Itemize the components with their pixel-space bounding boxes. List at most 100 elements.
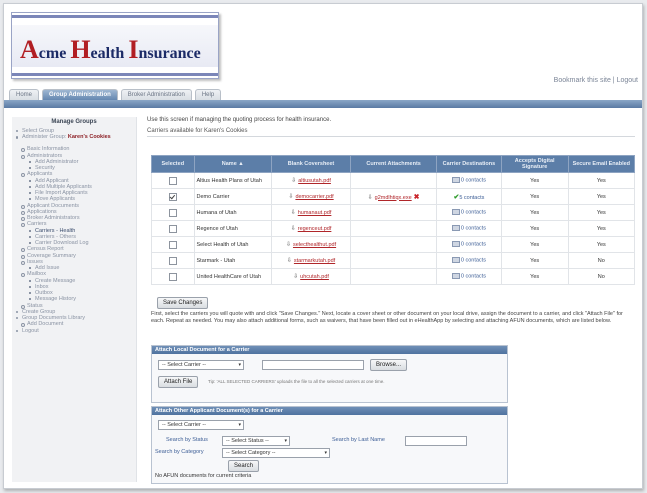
select-carrier-checkbox[interactable] [168, 272, 177, 281]
contacts-icon [451, 209, 460, 216]
category-select[interactable]: -- Select Category -- [222, 448, 330, 458]
coversheet-link[interactable]: democarrier.pdf [295, 194, 333, 200]
main-content: Use this screen if managing the quoting … [147, 117, 636, 484]
sidebar-item-label: Create Group [22, 308, 56, 315]
select-carrier-checkbox[interactable] [168, 208, 177, 217]
search-by-category-label: Search by Category [155, 449, 204, 455]
sidebar-item-label: Outbox [35, 290, 53, 296]
carrier-select-2[interactable]: -- Select Carrier -- [158, 420, 244, 430]
coversheet-cell: ⇩ uhcutah.pdf [271, 268, 352, 285]
sidebar-item-label: Census Report [27, 246, 64, 253]
coversheet-link[interactable]: uhcutah.pdf [300, 274, 329, 280]
logout-link[interactable]: Logout [617, 77, 638, 84]
search-by-last-name-label: Search by Last Name [332, 437, 385, 443]
attach-tip: Tip: 'ALL SELECTED CARRIERS' uploads the… [208, 379, 385, 384]
download-arrow-icon[interactable]: ⇩ [286, 242, 291, 248]
carrier-select[interactable]: -- Select Carrier -- [158, 360, 244, 370]
digital-signature-cell: Yes [500, 188, 569, 205]
col-blank-coversheet[interactable]: Blank Coversheet [271, 155, 352, 173]
digital-signature-cell: Yes [500, 236, 569, 253]
coversheet-cell: ⇩ humanaut.pdf [271, 204, 352, 221]
carrier-name-cell: Altius Health Plans of Utah [193, 172, 273, 189]
contacts-link[interactable]: 0 contacts [461, 210, 486, 216]
attachments-cell: ⇩ g2mdlhtiqx.exe ✖ [350, 188, 438, 205]
contacts-link[interactable]: 0 contacts [461, 242, 486, 248]
coversheet-link[interactable]: selecthealthut.pdf [293, 242, 336, 248]
carrier-name-cell: Regence of Utah [193, 220, 273, 237]
search-button[interactable]: Search [228, 460, 260, 472]
digital-signature-cell: Yes [500, 172, 569, 189]
contacts-link[interactable]: 5 contacts [459, 195, 484, 201]
coversheet-cell: ⇩ regenceut.pdf [271, 220, 352, 237]
sidebar-item-label: Group Documents Library [22, 315, 85, 321]
coversheet-link[interactable]: altiusutah.pdf [298, 178, 331, 184]
coversheet-cell: ⇩ altiusutah.pdf [271, 172, 352, 189]
col-secure-email-enabled[interactable]: Secure Email Enabled [567, 155, 636, 173]
contacts-icon [451, 225, 460, 232]
attach-other-panel-title: Attach Other Applicant Document(s) for a… [152, 407, 507, 415]
download-arrow-icon[interactable]: ⇩ [291, 226, 296, 232]
browse-button[interactable]: Browse... [370, 359, 408, 371]
sidebar-item-label: Coverage Summary [27, 252, 76, 259]
attachments-cell [350, 172, 438, 189]
select-carrier-checkbox[interactable] [168, 192, 177, 201]
sidebar-item-label: Carriers - Health [35, 227, 76, 234]
contacts-icon [451, 273, 460, 280]
coversheet-link[interactable]: regenceut.pdf [298, 226, 332, 232]
coversheet-link[interactable]: humanaut.pdf [298, 210, 332, 216]
contacts-link[interactable]: 0 contacts [461, 226, 486, 232]
last-name-input[interactable] [405, 436, 467, 446]
sidebar-item-label: Carrier Download Log [35, 240, 89, 246]
attachments-cell [350, 220, 438, 237]
download-arrow-icon[interactable]: ⇩ [288, 194, 293, 200]
sidebar-item[interactable]: Logout [16, 328, 136, 334]
col-accepts-digital-signature[interactable]: Accepts Digital Signature [500, 155, 569, 173]
select-carrier-checkbox[interactable] [168, 224, 177, 233]
contacts-link[interactable]: 0 contacts [461, 258, 486, 264]
col-name[interactable]: Name ▲ [193, 155, 273, 173]
download-arrow-icon[interactable]: ⇩ [368, 195, 373, 201]
table-header-row: Selected Name ▲ Blank Coversheet Current… [151, 155, 636, 173]
table-row: United HealthCare of Utah ⇩ uhcutah.pdf 0 c… [151, 268, 636, 285]
delete-x-icon[interactable]: ✖ [414, 194, 420, 201]
selected-cell [151, 220, 195, 237]
coversheet-link[interactable]: starmarkutah.pdf [294, 258, 335, 264]
carrier-name-cell: Select Health of Utah [193, 236, 273, 253]
selected-cell [151, 236, 195, 253]
select-carrier-checkbox[interactable] [168, 256, 177, 265]
destinations-cell: 0 contacts [436, 204, 502, 221]
bookmark-link[interactable]: Bookmark this site [554, 77, 611, 84]
sidebar-item-label: Mailbox [27, 271, 46, 278]
status-select[interactable]: -- Select Status -- [222, 436, 290, 446]
download-arrow-icon[interactable]: ⇩ [287, 258, 292, 264]
download-arrow-icon[interactable]: ⇩ [291, 210, 296, 216]
logo-band-top [12, 15, 218, 18]
save-changes-button[interactable]: Save Changes [157, 297, 209, 309]
attachment-link[interactable]: g2mdlhtiqx.exe [375, 195, 412, 201]
selected-cell [151, 188, 195, 205]
selected-cell [151, 268, 195, 285]
download-arrow-icon[interactable]: ⇩ [291, 178, 296, 184]
sidebar-item-label: Security [35, 165, 55, 171]
sidebar-item-label: Applications [27, 208, 57, 215]
current-group-name: Karen's Cookies [67, 134, 111, 141]
contacts-link[interactable]: 0 contacts [461, 274, 486, 280]
select-carrier-checkbox[interactable] [168, 240, 177, 249]
col-current-attachments[interactable]: Current Attachments [350, 155, 438, 173]
contacts-link[interactable]: 0 contacts [461, 178, 486, 184]
company-logo[interactable]: Acme Health Insurance [11, 12, 219, 79]
table-row: Demo Carrier ⇩ democarrier.pdf ⇩ g2mdlhtiqx.… [151, 188, 636, 205]
no-documents-message: No AFUN documents for current criteria [155, 473, 252, 479]
download-arrow-icon[interactable]: ⇩ [293, 274, 298, 280]
col-selected[interactable]: Selected [151, 155, 195, 173]
sidebar-item-label: Basic Information [27, 146, 70, 153]
col-carrier-destinations[interactable]: Carrier Destinations [436, 155, 502, 173]
attach-file-button[interactable]: Attach File [158, 376, 199, 388]
select-carrier-checkbox[interactable] [168, 176, 177, 185]
sidebar-item[interactable]: Administer Group: Karen's Cookies [16, 134, 136, 146]
digital-signature-cell: Yes [500, 204, 569, 221]
destinations-cell: 0 contacts [436, 172, 502, 189]
attachments-cell [350, 236, 438, 253]
file-path-input[interactable] [262, 360, 364, 370]
secure-email-cell: No [567, 268, 636, 285]
